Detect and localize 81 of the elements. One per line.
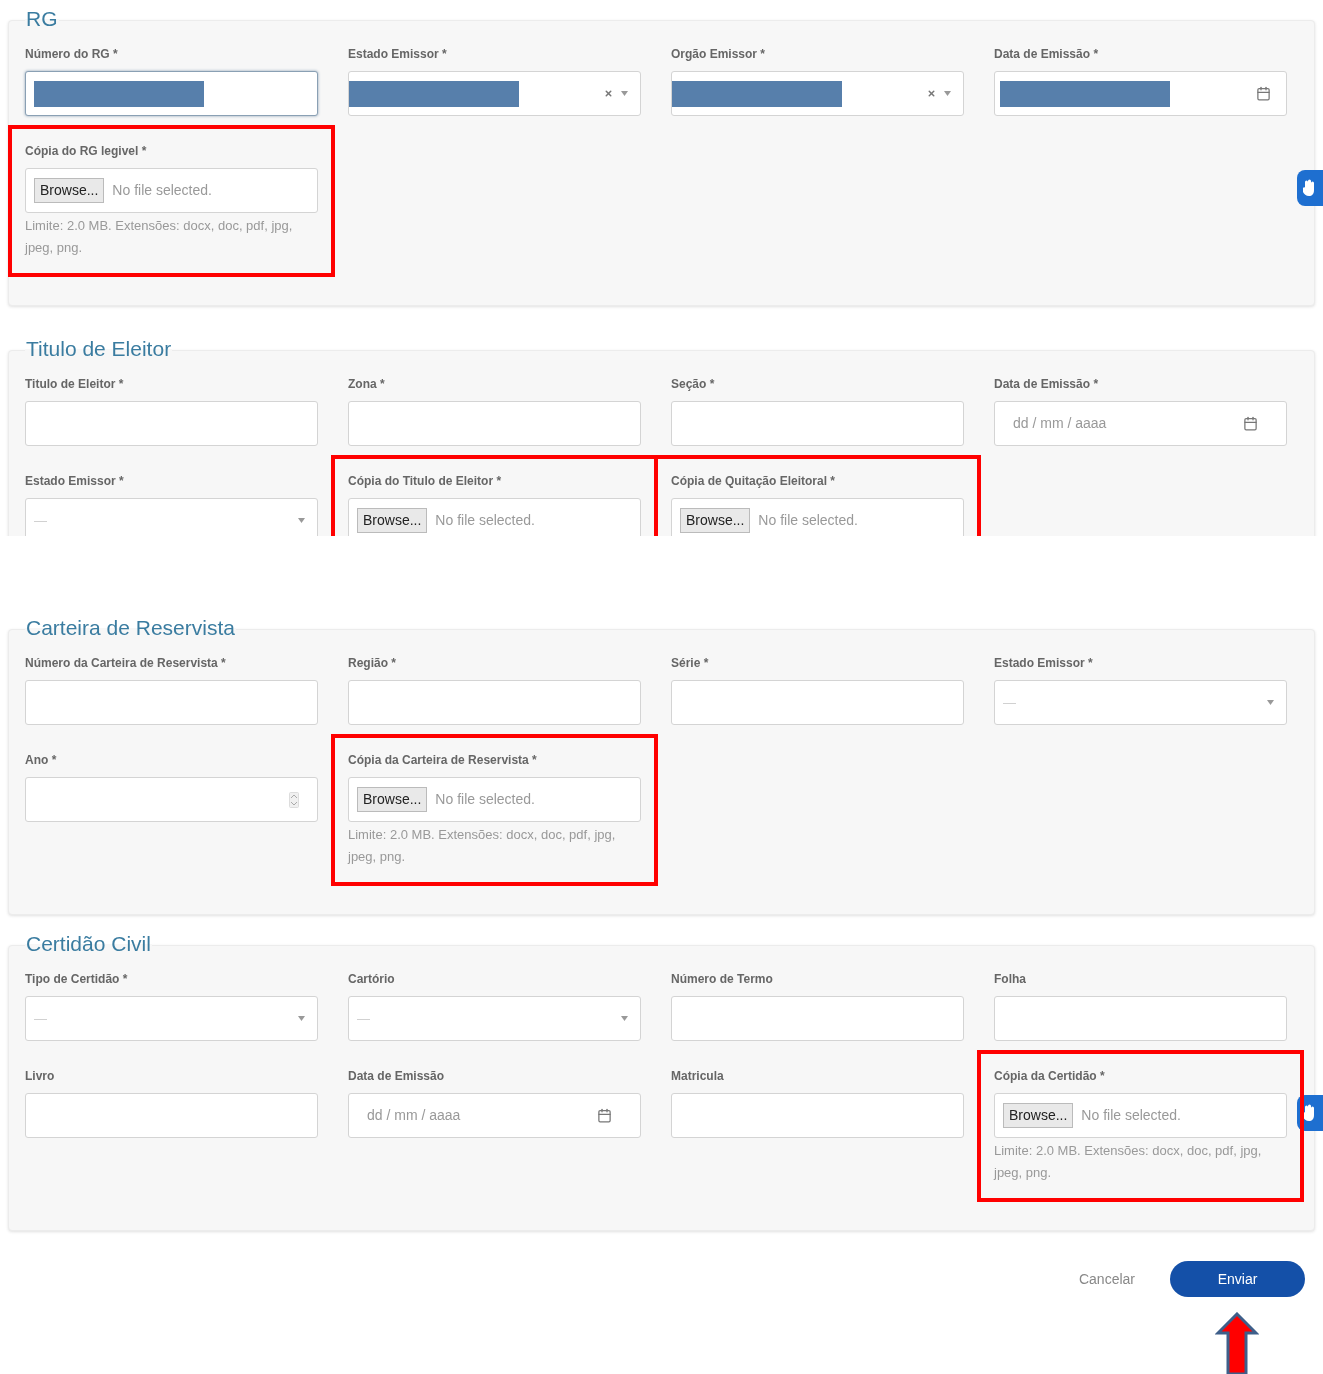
- field-label: Cópia do RG legivel *: [25, 143, 148, 160]
- text-field[interactable]: [348, 401, 641, 446]
- field-label: Data de Emissão *: [994, 46, 1100, 63]
- caret-icon: [1267, 700, 1274, 705]
- field-label: Número de Termo: [671, 971, 774, 988]
- date-placeholder: dd / mm / aaaa: [367, 1106, 461, 1125]
- file-field[interactable]: Browse... No file selected.: [25, 168, 318, 213]
- file-status: No file selected.: [1081, 1106, 1181, 1125]
- field-label: Orgão Emissor *: [671, 46, 767, 63]
- field-label: Data de Emissão *: [994, 376, 1100, 393]
- field-label: Zona *: [348, 376, 386, 393]
- field-label: Estado Emissor *: [25, 473, 125, 490]
- file-field[interactable]: Browse... No file selected.: [671, 498, 964, 536]
- select-field[interactable]: [671, 71, 964, 116]
- field-label: Cópia da Carteira de Reservista *: [348, 752, 538, 769]
- number-field[interactable]: [25, 777, 318, 822]
- field-label: Estado Emissor *: [348, 46, 448, 63]
- up-arrow-drawing: [1215, 1312, 1259, 1374]
- field-label: Titulo de Eleitor *: [25, 376, 125, 393]
- field-label: Cópia do Titulo de Eleitor *: [348, 473, 503, 490]
- text-field[interactable]: [671, 401, 964, 446]
- caret-icon: [298, 518, 305, 523]
- file-status: No file selected.: [112, 181, 212, 200]
- text-field[interactable]: [25, 1093, 318, 1138]
- file-status: No file selected.: [758, 511, 858, 530]
- field-label: Série *: [671, 655, 710, 672]
- caret-icon: [621, 91, 628, 96]
- field-label: Data de Emissão: [348, 1068, 446, 1085]
- text-field[interactable]: [348, 680, 641, 725]
- cancel-link[interactable]: Cancelar: [1078, 1268, 1135, 1290]
- calendar-icon[interactable]: [1243, 416, 1258, 431]
- file-field[interactable]: Browse... No file selected.: [348, 777, 641, 822]
- field-label: Folha: [994, 971, 1027, 988]
- clear-icon[interactable]: [927, 89, 936, 98]
- field-label: Matricula: [671, 1068, 725, 1085]
- browse-button[interactable]: Browse...: [34, 178, 105, 203]
- select-placeholder: —: [1002, 693, 1016, 712]
- browse-button[interactable]: Browse...: [1003, 1103, 1074, 1128]
- text-field[interactable]: [25, 71, 318, 116]
- field-label: Livro: [25, 1068, 56, 1085]
- upload-hint: Limite: 2.0 MB. Extensões: docx, doc, pdf, jpg, jpeg, png.: [25, 217, 294, 257]
- text-field[interactable]: [671, 680, 964, 725]
- browse-button[interactable]: Browse...: [357, 787, 428, 812]
- field-label: Cartório: [348, 971, 396, 988]
- text-field[interactable]: [25, 401, 318, 446]
- field-label: Número do RG *: [25, 46, 119, 63]
- field-label: Tipo de Certidão *: [25, 971, 129, 988]
- field-label: Estado Emissor *: [994, 655, 1094, 672]
- file-status: No file selected.: [435, 790, 535, 809]
- text-field[interactable]: [25, 680, 318, 725]
- browse-button[interactable]: Browse...: [357, 508, 428, 533]
- select-placeholder: —: [33, 511, 47, 530]
- select-placeholder: —: [33, 1009, 47, 1028]
- text-field[interactable]: [671, 1093, 964, 1138]
- calendar-icon[interactable]: [1256, 86, 1271, 101]
- file-field[interactable]: Browse... No file selected.: [348, 498, 641, 536]
- select-field[interactable]: [348, 71, 641, 116]
- field-label: Ano *: [25, 752, 58, 769]
- spinner-icon[interactable]: [289, 791, 299, 808]
- caret-icon: [621, 1016, 628, 1021]
- clear-icon[interactable]: [604, 89, 613, 98]
- calendar-icon[interactable]: [597, 1108, 612, 1123]
- submit-button[interactable]: Enviar: [1170, 1261, 1305, 1297]
- accessibility-button[interactable]: [1297, 170, 1323, 206]
- select-placeholder: —: [356, 1009, 370, 1028]
- upload-hint: Limite: 2.0 MB. Extensões: docx, doc, pdf, jpg, jpeg, png.: [994, 1142, 1263, 1182]
- file-field[interactable]: Browse... No file selected.: [994, 1093, 1287, 1138]
- field-label: Cópia de Quitação Eleitoral *: [671, 473, 837, 490]
- browse-button[interactable]: Browse...: [680, 508, 751, 533]
- date-placeholder: dd / mm / aaaa: [1013, 414, 1107, 433]
- upload-hint: Limite: 2.0 MB. Extensões: docx, doc, pdf, jpg, jpeg, png.: [348, 826, 617, 866]
- date-field[interactable]: [994, 71, 1287, 116]
- caret-icon: [944, 91, 951, 96]
- field-label: Região *: [348, 655, 397, 672]
- field-label: Cópia da Certidão *: [994, 1068, 1106, 1085]
- text-field[interactable]: [671, 996, 964, 1041]
- caret-icon: [298, 1016, 305, 1021]
- field-label: Seção *: [671, 376, 716, 393]
- field-label: Número da Carteira de Reservista *: [25, 655, 227, 672]
- file-status: No file selected.: [435, 511, 535, 530]
- text-field[interactable]: [994, 996, 1287, 1041]
